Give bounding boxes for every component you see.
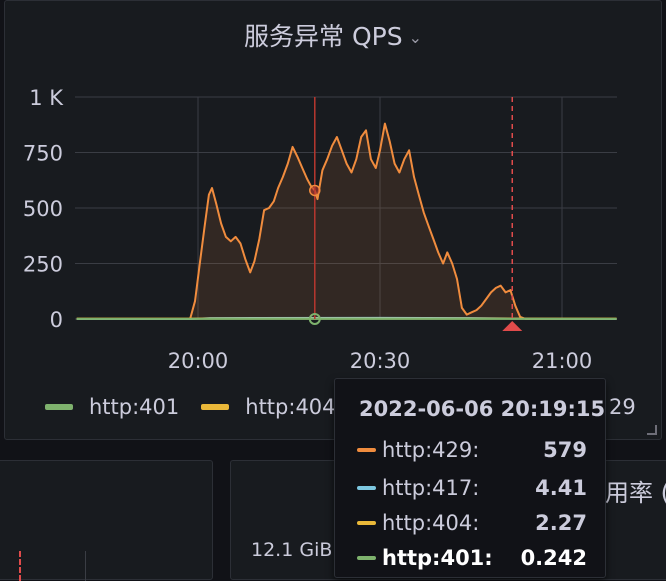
x-tick-label: 21:00 — [532, 349, 593, 373]
lower-left-panel — [0, 460, 213, 581]
y-tick-label: 1 K — [29, 86, 64, 110]
x-tick-label: 20:30 — [350, 349, 411, 373]
legend-label-http404: http:404 — [245, 395, 336, 419]
annotation-marker — [19, 551, 21, 581]
grid-line — [85, 551, 86, 581]
y-tick-label: 0 — [50, 308, 63, 332]
tooltip-row-http429: http:429: 579 — [357, 435, 587, 465]
tooltip-swatch-http404 — [357, 521, 376, 525]
tooltip-swatch-http417 — [357, 486, 376, 490]
chart-tooltip: 2022-06-06 20:19:15 http:429: 579 http:4… — [334, 378, 606, 578]
lower-right-panel-title[interactable]: 用率 ( — [605, 473, 666, 508]
tooltip-series-value: 0.242 — [520, 546, 587, 570]
crosshair-point-http429 — [309, 184, 321, 197]
qps-panel: 服务异常 QPS ⌄ 0 250 500 750 1 K 20:00 20:30 21:00 h… — [4, 0, 662, 440]
legend-item-http404[interactable]: http:404 — [201, 395, 336, 419]
y-tick-label: 750 — [23, 142, 63, 166]
legend-item-http401[interactable]: http:401 — [45, 395, 179, 419]
tooltip-row-http417: http:417: 4.41 — [357, 473, 587, 503]
lower-right-panel-value: 12.1 GiB — [251, 539, 333, 561]
tooltip-row-http401: http:401: 0.242 — [357, 543, 587, 573]
y-tick-label: 250 — [23, 253, 63, 277]
tooltip-series-value: 2.27 — [535, 511, 587, 535]
legend-swatch-http404 — [201, 404, 230, 410]
legend-label-http401: http:401 — [89, 395, 180, 419]
legend: http:401 http:404 — [45, 395, 336, 419]
tooltip-series-name: http:401: — [382, 546, 493, 570]
x-tick-label: 20:00 — [168, 349, 229, 373]
annotation-marker[interactable] — [502, 321, 523, 331]
qps-chart[interactable]: 0 250 500 750 1 K 20:00 20:30 21:00 — [5, 1, 663, 441]
tooltip-series-value: 579 — [543, 438, 587, 462]
tooltip-series-value: 4.41 — [535, 476, 587, 500]
legend-item-http429-partial[interactable]: 29 — [609, 395, 636, 419]
legend-swatch-http401 — [45, 404, 73, 410]
tooltip-series-name: http:417: — [382, 476, 480, 500]
tooltip-timestamp: 2022-06-06 20:19:15 — [359, 397, 606, 421]
tooltip-swatch-http429 — [357, 448, 376, 452]
tooltip-row-http404: http:404: 2.27 — [357, 508, 587, 538]
y-tick-label: 500 — [23, 197, 63, 221]
panel-resize-handle[interactable] — [647, 425, 657, 435]
tooltip-series-name: http:429: — [382, 438, 480, 462]
tooltip-swatch-http401 — [357, 556, 376, 560]
tooltip-series-name: http:404: — [382, 511, 480, 535]
